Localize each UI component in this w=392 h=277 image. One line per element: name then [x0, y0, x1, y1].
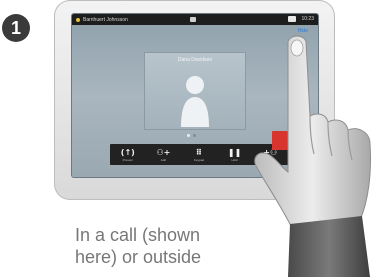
pointing-hand-illustration [254, 35, 371, 277]
participant-card[interactable]: Dana Davidsen [144, 52, 246, 130]
keypad-button[interactable]: ⠿ Keypad [187, 145, 211, 164]
caption-line-1: In a call (shown [75, 225, 201, 245]
caption: In a call (shown here) or outside [75, 224, 201, 268]
status-indicator-icon [76, 17, 80, 22]
present-icon: (↑) [120, 147, 135, 157]
present-button[interactable]: (↑) Present [116, 145, 140, 164]
status-bar: Barnhuert Johnsson 10:23 [72, 14, 318, 25]
page-dot-active [187, 134, 190, 137]
home-icon[interactable] [190, 17, 196, 22]
keypad-label: Keypad [193, 157, 205, 162]
hold-button[interactable]: ❚❚ Hold [223, 145, 247, 164]
present-label: Present [122, 157, 133, 162]
call-status-icon[interactable] [288, 16, 297, 22]
step-number-badge: 1 [2, 14, 30, 42]
hold-label: Hold [231, 157, 238, 162]
caption-line-2: here) or outside [75, 247, 202, 267]
add-participant-icon: ⚇+ [156, 147, 171, 157]
pause-icon: ❚❚ [227, 147, 242, 157]
page-indicator [187, 134, 196, 137]
keypad-icon: ⠿ [195, 147, 203, 157]
add-label: Add [160, 157, 167, 162]
page-dot [193, 134, 196, 137]
avatar-silhouette-icon [181, 76, 209, 127]
participant-name: Dana Davidsen [177, 57, 213, 63]
add-button[interactable]: ⚇+ Add [151, 145, 175, 164]
status-time: 10:23 [301, 16, 314, 22]
status-user-name[interactable]: Barnhuert Johnsson [83, 17, 128, 23]
